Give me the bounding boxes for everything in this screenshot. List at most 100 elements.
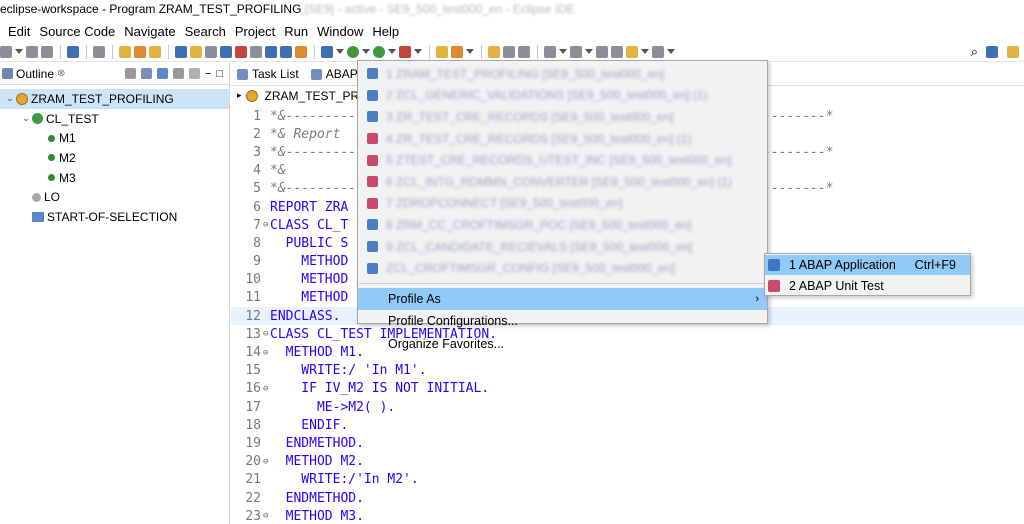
- fold-icon[interactable]: ⊖: [263, 348, 270, 358]
- outline-node[interactable]: M3: [0, 168, 229, 188]
- code-line[interactable]: 20 ⊖ METHOD M2.: [231, 453, 1024, 471]
- profile-run-icon[interactable]: [399, 45, 411, 58]
- chevron-down-icon[interactable]: [336, 49, 344, 54]
- abap-perspective-icon[interactable]: [1007, 46, 1019, 58]
- chevron-down-icon[interactable]: ⌄: [20, 113, 32, 124]
- tab-abap[interactable]: ABAP: [310, 67, 358, 81]
- profile-history-item[interactable]: 2 ZCL_GENERIC_VALIDATIONS [SE9_500_test0…: [358, 85, 767, 107]
- menu-source-code[interactable]: Source Code: [39, 24, 115, 39]
- menu-search[interactable]: Search: [185, 24, 226, 39]
- code-line[interactable]: 22 ENDMETHOD.: [231, 489, 1024, 507]
- tab-task-list[interactable]: Task List: [237, 67, 299, 81]
- menu-edit[interactable]: Edit: [8, 24, 30, 39]
- code-line[interactable]: 16 ⊖ IF IV_M2 IS NOT INITIAL.: [231, 380, 1024, 398]
- save-icon[interactable]: [26, 45, 38, 58]
- block-selection-icon[interactable]: [503, 45, 515, 58]
- previous-annotation-icon[interactable]: [570, 45, 582, 58]
- chevron-down-icon[interactable]: [559, 49, 567, 54]
- next-annotation-icon[interactable]: [544, 45, 556, 58]
- open-folder-icon[interactable]: [436, 45, 448, 58]
- where-used-icon[interactable]: [220, 45, 232, 58]
- menu-run[interactable]: Run: [284, 24, 308, 39]
- fold-icon[interactable]: ⊖: [263, 457, 270, 467]
- fold-icon[interactable]: ⊖: [263, 511, 270, 521]
- navigate-icon[interactable]: [235, 45, 247, 58]
- outline-tab[interactable]: Outline ⊗: [2, 67, 65, 81]
- maximize-icon[interactable]: □: [216, 68, 223, 80]
- code-line[interactable]: 23 ⊖ METHOD M3.: [231, 507, 1024, 524]
- run-icon[interactable]: [347, 45, 359, 58]
- submenu-item-abap-unit-test[interactable]: 2 ABAP Unit Test: [765, 276, 970, 296]
- perspective-icon[interactable]: [986, 46, 998, 58]
- profile-history-item[interactable]: 4 ZR_TEST_CRE_RECORDS [SE9_500_test000_e…: [358, 128, 767, 150]
- profile-history-item[interactable]: 9 ZCL_CANDIDATE_RECIEVALS [SE9_500_test0…: [358, 236, 767, 258]
- refresh-icon[interactable]: [250, 45, 262, 58]
- code-line[interactable]: 17 ME->M2( ).: [231, 398, 1024, 416]
- fold-icon[interactable]: ⊖: [263, 220, 270, 230]
- outline-node[interactable]: ⌄ ZRAM_TEST_PROFILING: [0, 89, 229, 109]
- outline-node[interactable]: START-OF-SELECTION: [0, 207, 229, 227]
- chevron-down-icon[interactable]: [585, 49, 593, 54]
- link-icon[interactable]: [93, 45, 105, 58]
- chevron-down-icon[interactable]: [667, 49, 675, 54]
- profile-history-item[interactable]: 6 ZCL_INTG_RDMMN_CONVERTER [SE9_500_test…: [358, 171, 767, 193]
- back-history-icon[interactable]: [611, 45, 623, 58]
- menu-item-profile-configurations[interactable]: Profile Configurations...: [358, 310, 767, 332]
- fold-icon[interactable]: ⊖: [263, 384, 270, 394]
- outline-node[interactable]: LO: [0, 187, 229, 207]
- fold-icon[interactable]: ⊖: [263, 329, 270, 339]
- coverage-icon[interactable]: [373, 45, 385, 58]
- activate-all-icon[interactable]: [190, 45, 202, 58]
- rocket-icon[interactable]: [451, 45, 463, 58]
- chevron-down-icon[interactable]: [414, 49, 422, 54]
- view-menu-icon[interactable]: [188, 68, 200, 79]
- outline-node[interactable]: M2: [0, 148, 229, 168]
- profile-history-item[interactable]: 8 ZRM_CC_CROFTIMSGR_POC [SE9_500_test000…: [358, 214, 767, 236]
- transport-icon[interactable]: [134, 45, 146, 58]
- profile-history-item[interactable]: 5 ZTEST_CRE_RECORDS_UTEST_INC [SE9_500_t…: [358, 149, 767, 171]
- chevron-down-icon[interactable]: [641, 49, 649, 54]
- code-line[interactable]: 21 WRITE:/'In M2'.: [231, 471, 1024, 489]
- activate-icon[interactable]: [175, 45, 187, 58]
- check-icon[interactable]: [149, 45, 161, 58]
- profile-history-item[interactable]: 1 ZRAM_TEST_PROFILING [SE9_500_test000_e…: [358, 63, 767, 85]
- minimize-icon[interactable]: −: [205, 68, 211, 80]
- properties-icon[interactable]: [265, 45, 277, 58]
- code-line[interactable]: 15 WRITE:/ 'In M1'.: [231, 362, 1024, 380]
- whitespace-icon[interactable]: [518, 45, 530, 58]
- back-icon[interactable]: [626, 45, 638, 58]
- forward-icon[interactable]: [652, 45, 664, 58]
- close-icon[interactable]: ⊗: [57, 68, 65, 79]
- last-edit-icon[interactable]: [596, 45, 608, 58]
- hide-fields-icon[interactable]: [172, 68, 184, 79]
- chevron-down-icon[interactable]: [466, 49, 474, 54]
- save-all-icon[interactable]: [41, 45, 53, 58]
- submenu-item-abap-application[interactable]: 1 ABAP Application Ctrl+F9: [765, 255, 970, 275]
- chevron-down-icon[interactable]: [388, 49, 396, 54]
- new-icon[interactable]: [0, 45, 12, 58]
- menu-item-organize-favorites[interactable]: Organize Favorites...: [358, 333, 767, 355]
- menu-window[interactable]: Window: [317, 24, 363, 39]
- chevron-down-icon[interactable]: ⌄: [4, 93, 16, 104]
- profile-history-item[interactable]: ZCL_CROFTIMSGR_CONFIG [SE9_500_test000_e…: [358, 257, 767, 279]
- menu-help[interactable]: Help: [372, 24, 399, 39]
- open-object-icon[interactable]: [119, 45, 131, 58]
- format-icon[interactable]: [205, 45, 217, 58]
- outline-node[interactable]: ⌄ CL_TEST: [0, 109, 229, 129]
- menu-project[interactable]: Project: [235, 24, 275, 39]
- debug-icon[interactable]: [321, 45, 333, 58]
- menu-item-profile-as[interactable]: Profile As ›: [358, 287, 767, 311]
- search-icon[interactable]: ⌕: [971, 44, 978, 60]
- collapse-all-icon[interactable]: [124, 68, 136, 79]
- link-editor-icon[interactable]: [140, 68, 152, 79]
- code-line[interactable]: 19 ENDMETHOD.: [231, 434, 1024, 452]
- console-icon[interactable]: [67, 45, 79, 58]
- profile-history-item[interactable]: 3 ZR_TEST_CRE_RECORDS [SE9_500_test000_e…: [358, 106, 767, 128]
- chevron-down-icon[interactable]: [15, 49, 23, 54]
- profile-history-item[interactable]: 7 ZDROPCONNECT [SE9_500_test000_en]: [358, 193, 767, 215]
- outline-node[interactable]: M1: [0, 128, 229, 148]
- filter-icon[interactable]: [156, 68, 168, 79]
- chevron-down-icon[interactable]: [362, 49, 370, 54]
- menu-navigate[interactable]: Navigate: [124, 24, 175, 39]
- annotation-icon[interactable]: [488, 45, 500, 58]
